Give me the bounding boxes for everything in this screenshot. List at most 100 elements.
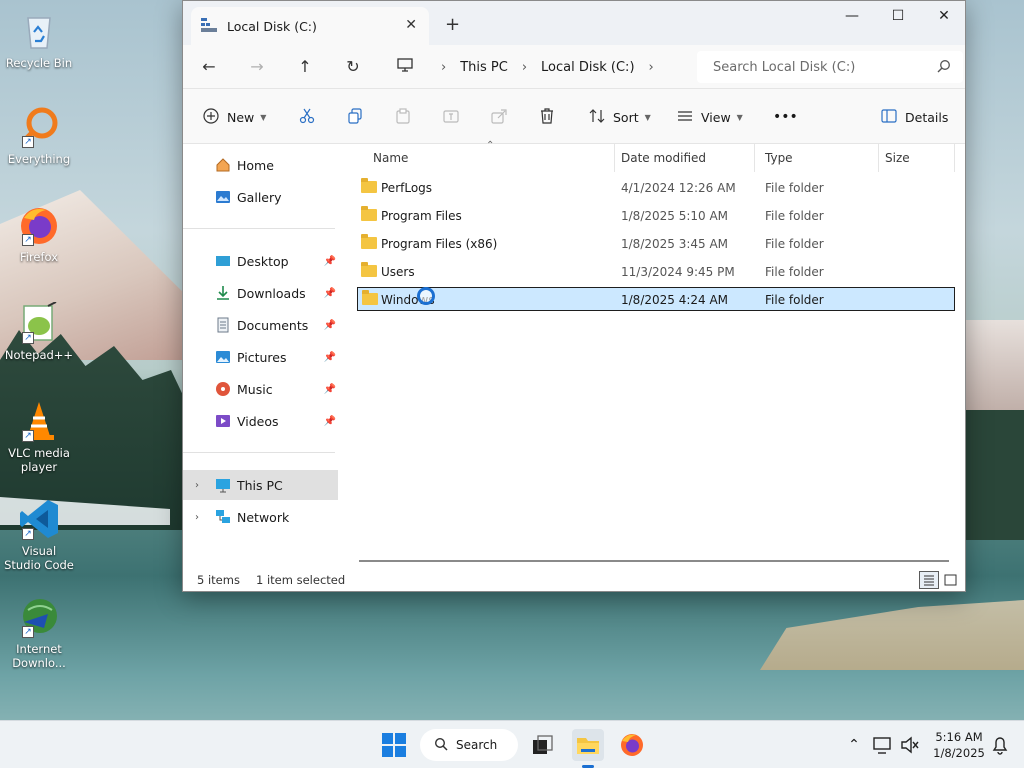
chevron-right-icon[interactable]: › bbox=[195, 480, 199, 491]
table-row[interactable]: Program Files (x86) 1/8/2025 3:45 AM Fil… bbox=[357, 232, 955, 256]
desktop-icon-firefox[interactable]: ↗ Firefox bbox=[4, 204, 74, 264]
refresh-icon[interactable]: ↻ bbox=[339, 55, 367, 79]
column-header-name[interactable]: Name bbox=[363, 144, 615, 172]
breadcrumb-this-pc[interactable]: This PC bbox=[460, 60, 508, 75]
task-view-icon[interactable] bbox=[526, 729, 558, 761]
folder-icon bbox=[361, 178, 377, 193]
table-row[interactable]: Program Files 1/8/2025 5:10 AM File fold… bbox=[357, 204, 955, 228]
delete-button[interactable] bbox=[539, 105, 555, 129]
desktop-icon-label: Internet Downlo... bbox=[12, 642, 66, 670]
pin-icon[interactable]: 📌 bbox=[324, 320, 336, 331]
nav-label: Home bbox=[237, 157, 274, 173]
file-type: File folder bbox=[765, 265, 824, 279]
item-count: 5 items bbox=[197, 573, 240, 587]
tab-title: Local Disk (C:) bbox=[227, 18, 317, 34]
more-options-button[interactable]: ••• bbox=[773, 105, 798, 129]
tiles-view-icon[interactable] bbox=[941, 571, 961, 589]
close-tab-icon[interactable]: ✕ bbox=[405, 17, 417, 33]
desktop-icon-vlc[interactable]: ↗ VLC media player bbox=[4, 400, 74, 474]
desktop-icon-idm[interactable]: ↗ Internet Downlo... bbox=[4, 596, 74, 670]
computer-icon[interactable] bbox=[391, 55, 419, 79]
breadcrumb-local-disk[interactable]: Local Disk (C:) bbox=[541, 60, 634, 75]
pin-icon[interactable]: 📌 bbox=[324, 288, 336, 299]
paste-button[interactable] bbox=[395, 105, 411, 129]
folder-icon bbox=[362, 290, 378, 305]
sort-button[interactable]: Sort ▼ bbox=[589, 105, 651, 129]
file-explorer-taskbar-icon[interactable] bbox=[572, 729, 604, 761]
nav-item-network[interactable]: › Network bbox=[183, 502, 338, 532]
file-type: File folder bbox=[765, 209, 824, 223]
table-row-selected[interactable]: Windows 1/8/2025 4:24 AM File folder bbox=[357, 287, 955, 311]
file-date: 11/3/2024 9:45 PM bbox=[621, 265, 735, 279]
desktop-icon-everything[interactable]: ↗ Everything bbox=[4, 106, 74, 166]
pin-icon[interactable]: 📌 bbox=[324, 384, 336, 395]
table-row[interactable]: PerfLogs 4/1/2024 12:26 AM File folder bbox=[357, 176, 955, 200]
taskbar-search[interactable]: Search bbox=[420, 729, 518, 761]
horizontal-scrollbar[interactable] bbox=[359, 560, 949, 562]
nav-label: Desktop bbox=[237, 253, 289, 269]
column-header-date[interactable]: Date modified bbox=[611, 144, 755, 172]
desktop-icon-label: Notepad++ bbox=[4, 348, 74, 362]
computer-icon bbox=[215, 477, 231, 493]
vscode-icon: ↗ bbox=[18, 498, 60, 540]
nav-item-home[interactable]: Home bbox=[183, 150, 338, 180]
details-pane-icon bbox=[881, 108, 897, 126]
chevron-right-icon[interactable]: › bbox=[522, 60, 527, 75]
wallpaper-trees-right bbox=[966, 410, 1024, 540]
share-icon bbox=[491, 108, 507, 127]
pin-icon[interactable]: 📌 bbox=[324, 256, 336, 267]
desktop-icon-recycle-bin[interactable]: Recycle Bin bbox=[4, 10, 74, 70]
navigation-pane: Home Gallery Desktop 📌 Downloads 📌 Docum… bbox=[183, 144, 343, 564]
details-button[interactable]: Details bbox=[881, 105, 948, 129]
back-icon[interactable]: ← bbox=[195, 55, 223, 79]
column-header-size[interactable]: Size bbox=[875, 144, 955, 172]
chevron-right-icon[interactable]: › bbox=[441, 60, 446, 75]
nav-item-gallery[interactable]: Gallery bbox=[183, 182, 338, 212]
copy-button[interactable] bbox=[347, 105, 363, 129]
file-type: File folder bbox=[765, 237, 824, 251]
firefox-taskbar-icon[interactable] bbox=[616, 729, 648, 761]
file-type: File folder bbox=[765, 181, 824, 195]
sort-label: Sort bbox=[613, 109, 639, 125]
search-icon bbox=[434, 737, 448, 754]
view-button[interactable]: View ▼ bbox=[677, 105, 743, 129]
nav-item-this-pc[interactable]: › This PC bbox=[183, 470, 338, 500]
desktop-icon-label: Everything bbox=[7, 152, 71, 166]
nav-item-documents[interactable]: Documents 📌 bbox=[183, 310, 338, 340]
volume-muted-icon[interactable] bbox=[893, 729, 925, 761]
search-input[interactable]: Search Local Disk (C:) bbox=[697, 51, 963, 83]
start-windows-icon[interactable] bbox=[378, 729, 410, 761]
minimize-button[interactable]: — bbox=[829, 5, 875, 29]
column-header-type[interactable]: Type bbox=[755, 144, 879, 172]
close-window-button[interactable]: ✕ bbox=[921, 5, 967, 29]
desktop-icon-notepadpp[interactable]: ↗ Notepad++ bbox=[4, 301, 74, 362]
chevron-right-icon[interactable]: › bbox=[649, 60, 654, 75]
new-button[interactable]: New ▼ bbox=[203, 105, 266, 129]
vlc-cone-icon: ↗ bbox=[18, 400, 60, 442]
chevron-right-icon[interactable]: › bbox=[195, 512, 199, 523]
pin-icon[interactable]: 📌 bbox=[324, 416, 336, 427]
nav-item-videos[interactable]: Videos 📌 bbox=[183, 406, 338, 436]
new-tab-button[interactable]: + bbox=[445, 14, 460, 35]
file-name: Program Files (x86) bbox=[381, 237, 498, 251]
search-placeholder: Search Local Disk (C:) bbox=[713, 59, 856, 75]
table-row[interactable]: Users 11/3/2024 9:45 PM File folder bbox=[357, 260, 955, 284]
desktop-icon-label: VLC media player bbox=[8, 446, 70, 474]
forward-icon[interactable]: → bbox=[243, 55, 271, 79]
nav-item-downloads[interactable]: Downloads 📌 bbox=[183, 278, 338, 308]
maximize-button[interactable]: ☐ bbox=[875, 5, 921, 29]
notification-bell-icon[interactable] bbox=[984, 729, 1016, 761]
mouse-cursor-icon bbox=[417, 287, 435, 305]
pin-icon[interactable]: 📌 bbox=[324, 352, 336, 363]
nav-item-desktop[interactable]: Desktop 📌 bbox=[183, 246, 338, 276]
nav-item-pictures[interactable]: Pictures 📌 bbox=[183, 342, 338, 372]
rename-button[interactable] bbox=[443, 105, 459, 129]
file-date: 1/8/2025 3:45 AM bbox=[621, 237, 729, 251]
desktop-icon-vscode[interactable]: ↗ Visual Studio Code bbox=[4, 498, 74, 572]
cut-button[interactable] bbox=[299, 105, 315, 129]
details-view-icon[interactable] bbox=[919, 571, 939, 589]
share-button[interactable] bbox=[491, 105, 507, 129]
nav-item-music[interactable]: Music 📌 bbox=[183, 374, 338, 404]
tab-local-disk[interactable]: Local Disk (C:) ✕ bbox=[191, 7, 429, 45]
up-icon[interactable]: ↑ bbox=[291, 55, 319, 79]
